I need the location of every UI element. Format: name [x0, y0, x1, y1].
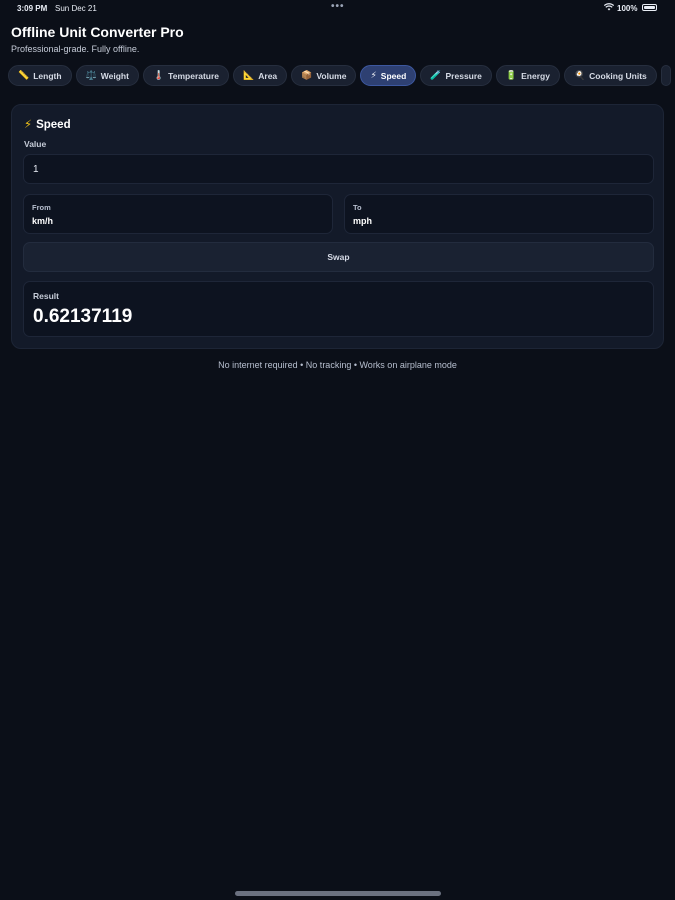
- multitasking-dots[interactable]: •••: [331, 1, 345, 12]
- value-input[interactable]: [23, 154, 654, 184]
- wifi-icon: [603, 3, 615, 13]
- tab-overflow[interactable]: [660, 65, 671, 86]
- from-unit-value: km/h: [32, 216, 54, 226]
- tab-speed[interactable]: ⚡ Speed: [360, 65, 417, 86]
- status-time: 3:09 PM: [17, 4, 48, 13]
- tab-icon: 📐: [243, 70, 255, 80]
- to-unit-select[interactable]: To mph: [344, 194, 654, 234]
- tab-icon: 📏: [18, 70, 30, 80]
- status-date: Sun Dec 21: [55, 4, 97, 13]
- tab-label: Energy: [521, 70, 550, 81]
- status-bar: 3:09 PM Sun Dec 21 ••• 100%: [0, 0, 675, 16]
- tab-icon: 🍳: [573, 70, 586, 80]
- tab-icon: 🔋: [505, 70, 518, 80]
- tab-label: Length: [33, 70, 62, 81]
- app-subtitle: Professional-grade. Fully offline.: [11, 44, 140, 54]
- tab-label: Pressure: [445, 70, 482, 81]
- tab-label: Weight: [100, 70, 129, 81]
- category-tabs: 📏 Length ⚖️ Weight 🌡️ Temperature 📐 Area 📦 Volume…: [8, 65, 675, 88]
- tab-temperature[interactable]: 🌡️ Temperature: [142, 65, 230, 86]
- from-unit-select[interactable]: From km/h: [23, 194, 333, 234]
- footer-note: No internet required • No tracking • Wor…: [218, 360, 457, 370]
- to-label: To: [353, 203, 362, 212]
- tab-length[interactable]: 📏 Length: [8, 65, 72, 86]
- tab-label: Cooking Units: [589, 70, 647, 81]
- lightning-icon: ⚡: [24, 119, 33, 131]
- result-box: Result 0.62137119: [23, 281, 654, 337]
- converter-title: ⚡ Speed: [24, 117, 71, 131]
- result-value: 0.62137119: [33, 306, 133, 327]
- value-label: Value: [24, 139, 47, 149]
- tab-label: Speed: [380, 70, 407, 81]
- tab-icon: 🧪: [430, 70, 442, 80]
- tab-label: Temperature: [168, 70, 220, 81]
- tab-icon: ⚖️: [85, 70, 97, 80]
- result-label: Result: [33, 291, 59, 301]
- tab-energy[interactable]: 🔋 Energy: [495, 65, 560, 86]
- swap-button[interactable]: Swap: [23, 242, 654, 272]
- app-title: Offline Unit Converter Pro: [11, 24, 184, 40]
- tab-cooking-units[interactable]: 🍳 Cooking Units: [563, 65, 657, 86]
- to-unit-value: mph: [353, 216, 372, 226]
- battery-icon: [642, 4, 657, 11]
- tab-area[interactable]: 📐 Area: [233, 65, 288, 86]
- tab-icon: ⚡: [370, 70, 377, 80]
- tab-icon: 📦: [301, 70, 313, 80]
- converter-title-text: Speed: [36, 119, 71, 131]
- from-label: From: [32, 203, 51, 212]
- converter-card: ⚡Speed Value From km/h To mph Swap Resul…: [11, 104, 664, 349]
- tab-icon: 🌡️: [152, 70, 165, 80]
- home-indicator[interactable]: [235, 891, 441, 896]
- tab-weight[interactable]: ⚖️ Weight: [75, 65, 139, 86]
- tab-label: Area: [258, 70, 278, 81]
- tab-volume[interactable]: 📦 Volume: [291, 65, 357, 86]
- battery-percent: 100%: [617, 4, 638, 13]
- tab-label: Volume: [316, 70, 347, 81]
- tab-pressure[interactable]: 🧪 Pressure: [420, 65, 492, 86]
